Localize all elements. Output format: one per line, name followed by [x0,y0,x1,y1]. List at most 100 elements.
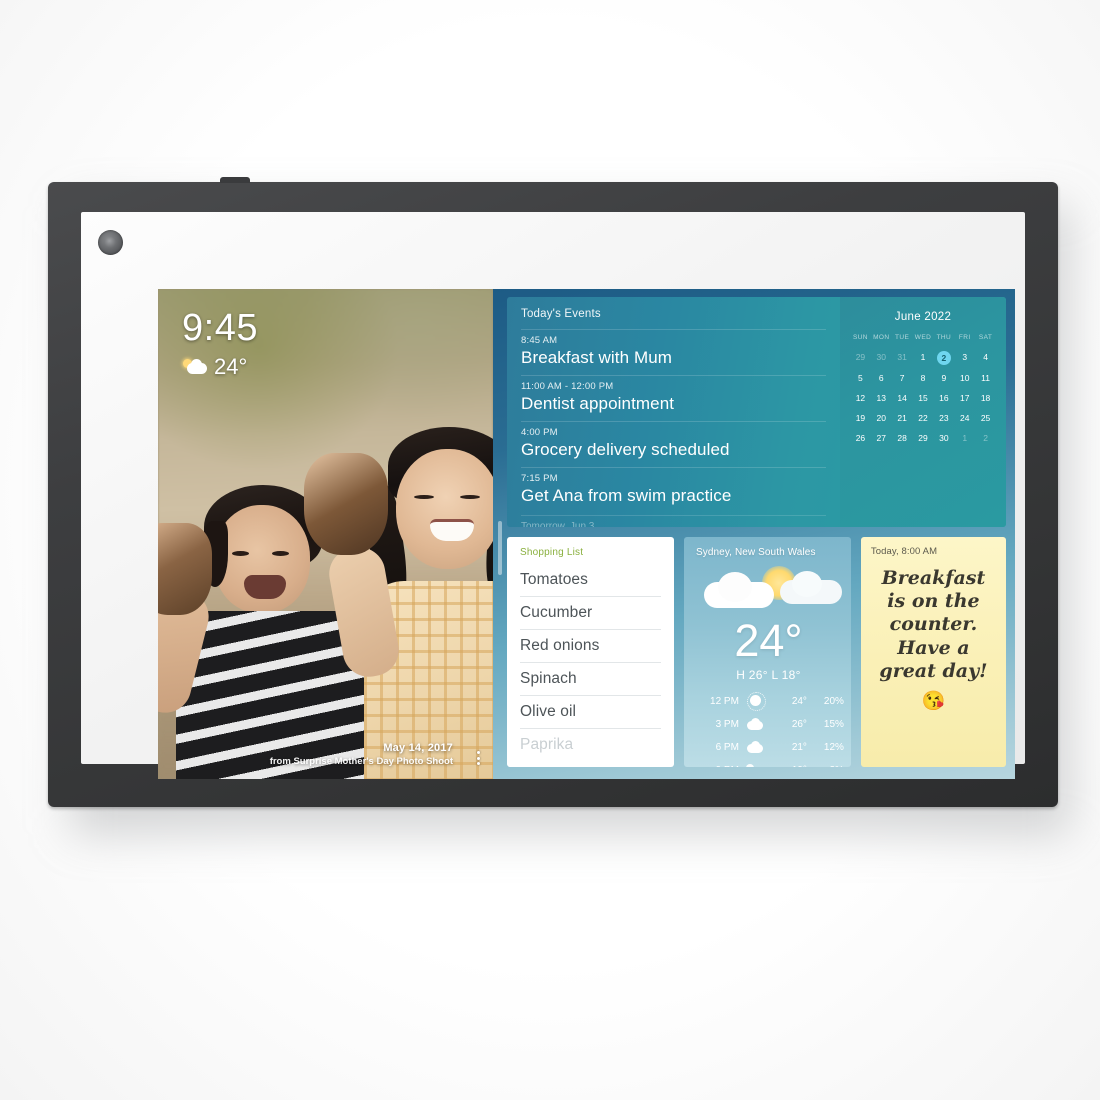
forecast-precip: 2% [814,765,843,768]
event-name: Dentist appointment [521,394,675,413]
forecast-row: 9 PM 19° 2% [696,764,844,768]
events-next-day-label: Tomorrow, Jun 3 [521,515,826,527]
calendar-day[interactable]: 16 [933,392,954,405]
calendar-day[interactable]: 8 [913,372,934,385]
calendar-day[interactable]: 23 [933,412,954,425]
event-name: Breakfast with Mum [521,348,673,367]
events-list: Today's Events 8:45 AM Breakfast with Mu… [507,297,840,527]
smart-display-device: 9:45 24° May 14, 2017 from Surprise Moth… [48,177,1058,807]
calendar-day[interactable]: 28 [892,432,913,445]
photo-subject-boy-mouth [244,575,286,599]
event-row[interactable]: 8:45 AM Breakfast with Mum [521,329,826,375]
calendar-day[interactable]: 24 [954,412,975,425]
forecast-temp: 21° [791,741,807,753]
forecast-precip: 15% [823,718,844,730]
partly-cloudy-icon [745,764,764,767]
widget-scrollbar[interactable] [498,521,502,575]
calendar-day[interactable]: 30 [871,351,892,365]
device-screen[interactable]: 9:45 24° May 14, 2017 from Surprise Moth… [158,289,1015,779]
shopping-list-item[interactable]: Paprika [520,729,661,761]
forecast-time: 3 PM [715,718,739,730]
event-row[interactable]: 11:00 AM - 12:00 PM Dentist appointment [521,375,826,421]
calendar-grid: SUN MON TUE WED THU FRI SAT 29 30 31 1 2 3 4 5 6 7 8 9 10 11… [850,334,996,445]
shopping-list-item[interactable]: Spinach [520,663,661,696]
kebab-menu-icon[interactable] [477,751,480,765]
device-bezel: 9:45 24° May 14, 2017 from Surprise Moth… [81,212,1025,779]
calendar-widget[interactable]: June 2022 SUN MON TUE WED THU FRI SAT 29 30 31 1 2 3… [840,297,1006,527]
calendar-day[interactable]: 22 [913,412,934,425]
forecast-precip: 12% [823,741,844,753]
calendar-day[interactable]: 12 [850,392,871,405]
calendar-day[interactable]: 2 [975,432,996,445]
calendar-day[interactable]: 15 [913,392,934,405]
calendar-day[interactable]: 26 [850,432,871,445]
shopping-list-item[interactable]: Cucumber [520,597,661,630]
calendar-day[interactable]: 1 [913,351,934,365]
event-name: Get Ana from swim practice [521,486,732,505]
note-timestamp: Today, 8:00 AM [870,546,938,557]
photo-caption-source: from Surprise Mother's Day Photo Shoot [269,756,453,767]
forecast-precip: 20% [823,695,844,707]
calendar-day[interactable]: 29 [913,432,934,445]
calendar-day[interactable]: 18 [975,392,996,405]
calendar-day[interactable]: 20 [871,412,892,425]
device-top-nub [220,177,250,183]
calendar-day[interactable]: 3 [954,351,975,365]
forecast-row: 6 PM 21° 12% [696,741,844,753]
calendar-day[interactable]: 31 [892,351,913,365]
calendar-day[interactable]: 14 [892,392,913,405]
calendar-day[interactable]: 11 [975,372,996,385]
forecast-temp: 24° [791,695,807,707]
event-time: 7:15 PM [521,473,558,484]
widget-bottom-row: Shopping List Tomatoes Cucumber Red onio… [507,537,1006,767]
photo-caption-date: May 14, 2017 [383,742,453,754]
calendar-day-of-week: THU [936,334,952,341]
photo-pane[interactable]: 9:45 24° May 14, 2017 from Surprise Moth… [158,289,493,779]
photo-subject-girl-smile [430,519,474,541]
calendar-day[interactable]: 25 [975,412,996,425]
calendar-day-today[interactable]: 2 [933,351,954,365]
calendar-day[interactable]: 6 [871,372,892,385]
calendar-day[interactable]: 21 [892,412,913,425]
calendar-day[interactable]: 10 [954,372,975,385]
clock-weather: 24° [182,354,258,380]
calendar-day[interactable]: 29 [850,351,871,365]
sun-behind-clouds-icon [696,560,842,616]
calendar-month-title: June 2022 [894,311,952,323]
kissing-face-emoji-icon: 😘 [921,690,946,712]
event-row[interactable]: 4:00 PM Grocery delivery scheduled [521,421,826,467]
shopping-list-item[interactable]: Tomatoes [520,564,661,597]
calendar-day[interactable]: 9 [933,372,954,385]
cloud-icon [746,718,764,730]
calendar-day[interactable]: 19 [850,412,871,425]
note-text: Breakfast is on the counter. Have a grea… [879,567,988,682]
calendar-day[interactable]: 1 [954,432,975,445]
camera-lens-icon[interactable] [98,230,123,255]
calendar-day[interactable]: 30 [933,432,954,445]
event-name: Grocery delivery scheduled [521,440,730,459]
forecast-time: 6 PM [715,741,739,753]
photo-subject-boy-eye-right [272,551,289,556]
calendar-day-of-week: FRI [958,334,971,341]
todays-events-card[interactable]: Today's Events 8:45 AM Breakfast with Mu… [507,297,1006,527]
calendar-day[interactable]: 5 [850,372,871,385]
photo-subject-girl-eye-left [414,495,434,499]
event-time: 4:00 PM [521,427,558,438]
calendar-day[interactable]: 4 [975,351,996,365]
shopping-list-item[interactable]: Olive oil [520,696,661,729]
shopping-list-title: Shopping List [520,547,584,558]
photo-subject-boy-eye-left [232,551,249,556]
calendar-day[interactable]: 27 [871,432,892,445]
widget-pane: Today's Events 8:45 AM Breakfast with Mu… [493,289,1015,779]
calendar-day[interactable]: 17 [954,392,975,405]
sticky-note-card[interactable]: Today, 8:00 AM Breakfast is on the count… [860,537,1006,767]
shopping-list-item[interactable]: Red onions [520,630,661,663]
calendar-day[interactable]: 7 [892,372,913,385]
calendar-day-of-week: SAT [978,334,993,341]
shopping-list-card[interactable]: Shopping List Tomatoes Cucumber Red onio… [507,537,674,767]
event-row[interactable]: 7:15 PM Get Ana from swim practice [521,467,826,513]
calendar-day[interactable]: 13 [871,392,892,405]
events-title: Today's Events [521,308,601,320]
calendar-day-of-week: TUE [895,334,910,341]
weather-card[interactable]: Sydney, New South Wales 24° H 26° L 18° … [683,537,851,768]
